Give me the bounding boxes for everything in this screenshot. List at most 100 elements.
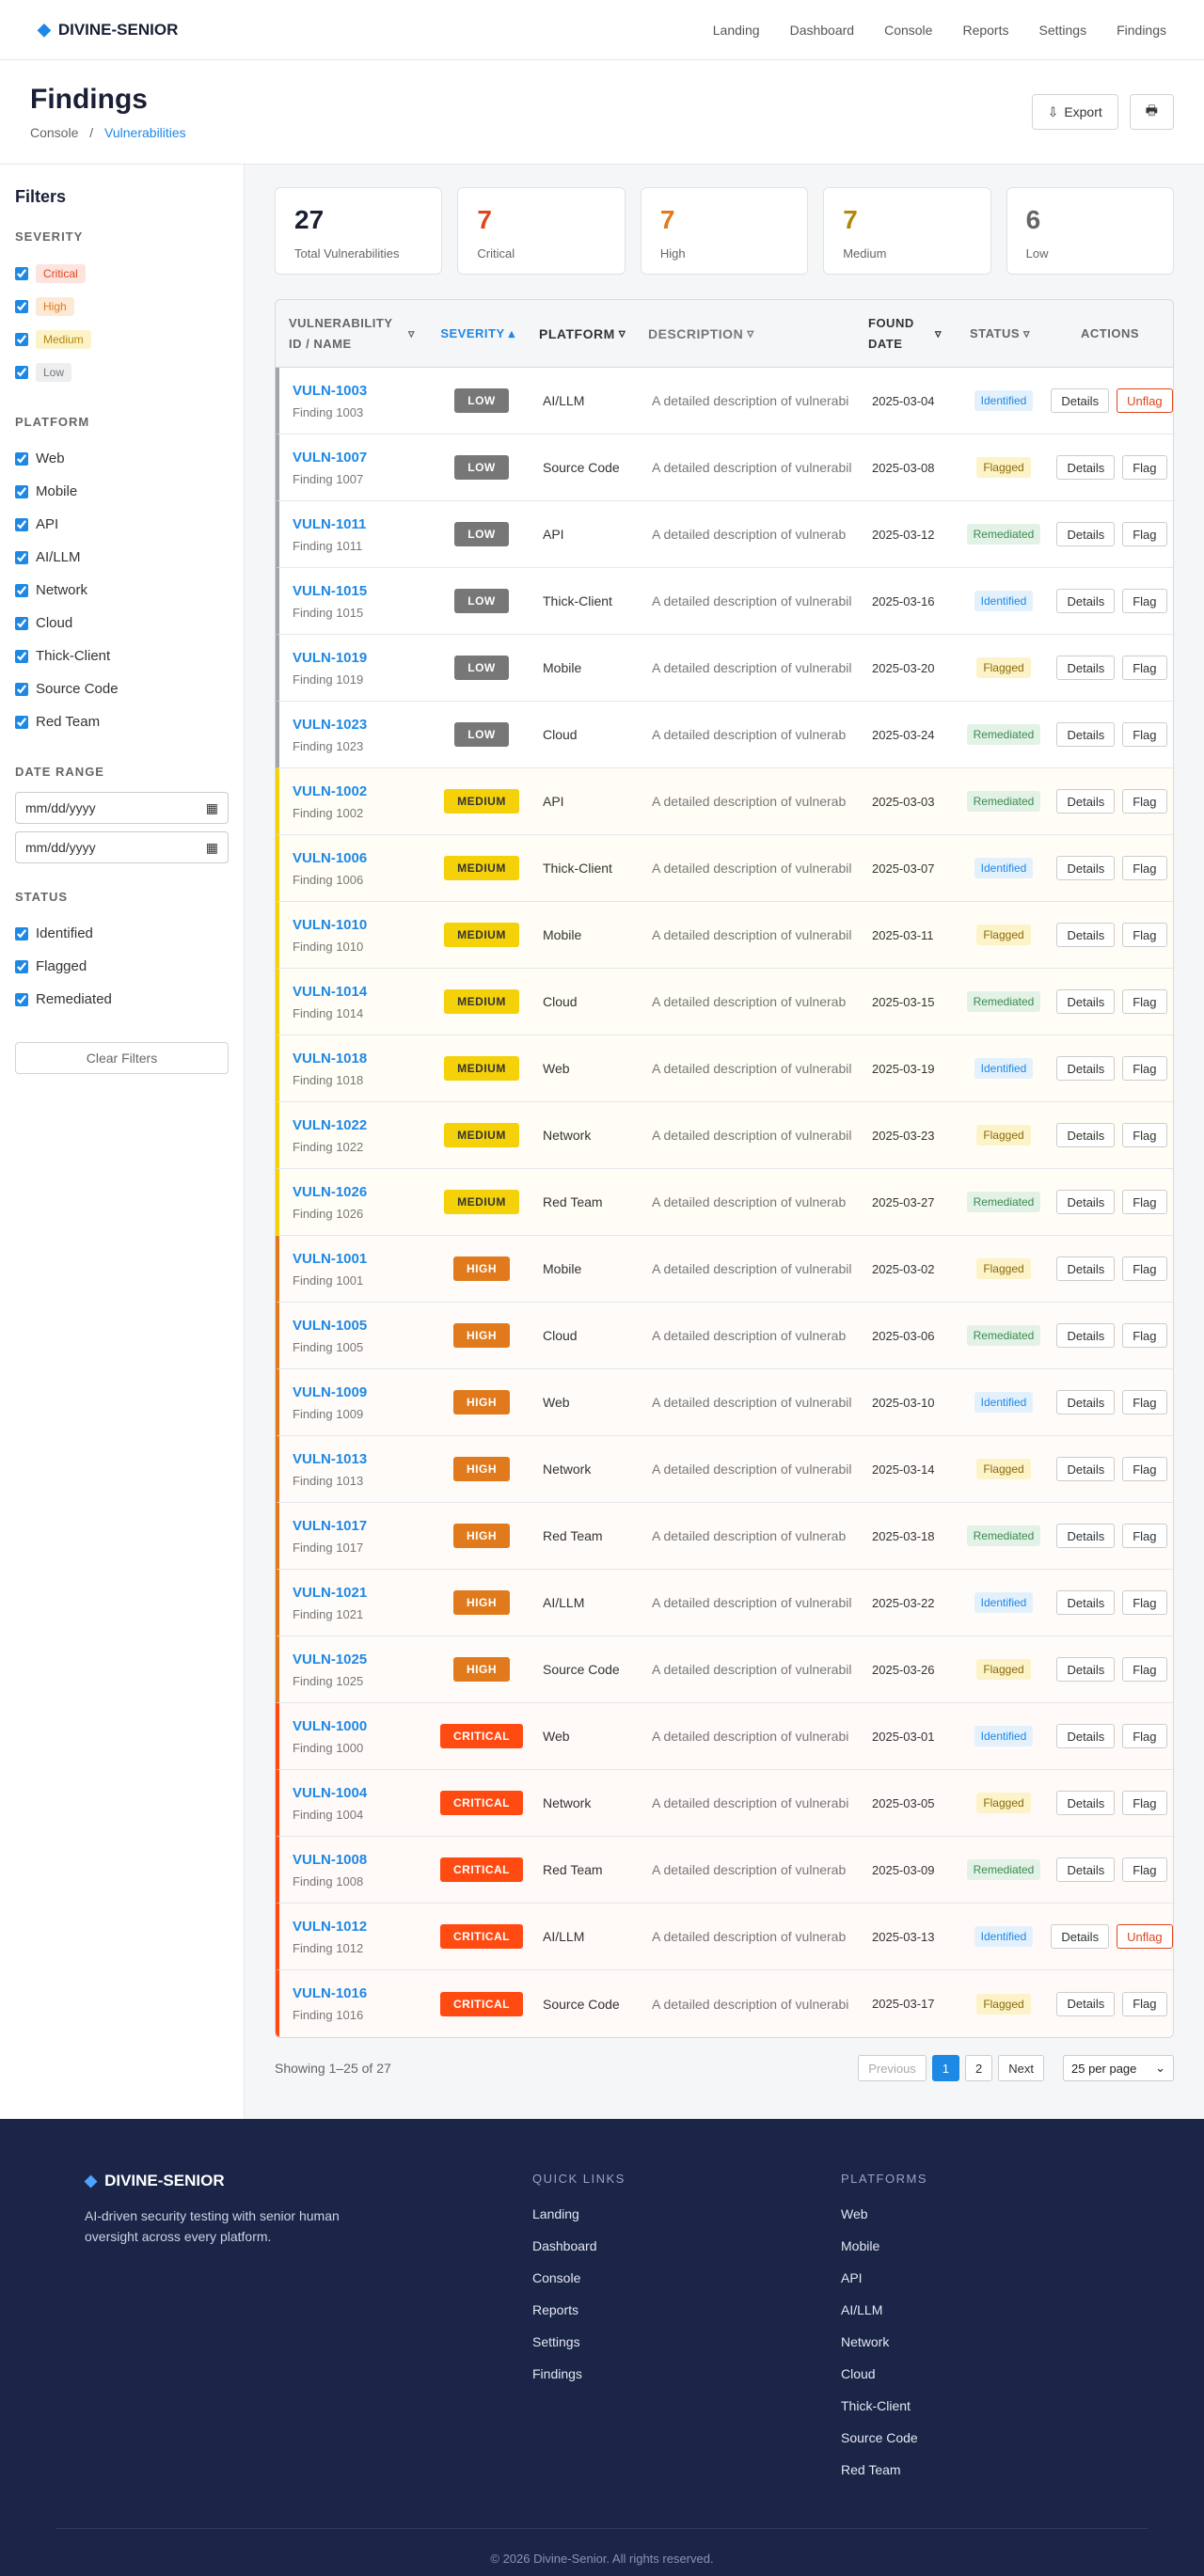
flag-button[interactable]: Flag: [1122, 1991, 1167, 2016]
vulnerability-id-link[interactable]: VULN-1004: [293, 1785, 430, 1801]
vulnerability-id-link[interactable]: VULN-1005: [293, 1318, 430, 1334]
vulnerability-id-link[interactable]: VULN-1000: [293, 1718, 430, 1734]
platform-checkbox-api[interactable]: [15, 517, 28, 531]
severity-checkbox-high[interactable]: [15, 299, 28, 313]
nav-link-findings[interactable]: Findings: [1117, 23, 1166, 38]
vulnerability-id-link[interactable]: VULN-1016: [293, 1985, 430, 2001]
details-button[interactable]: Details: [1056, 989, 1116, 1014]
flag-button[interactable]: Flag: [1122, 1524, 1167, 1548]
platform-filter-network[interactable]: Network: [15, 574, 229, 607]
details-button[interactable]: Details: [1056, 1323, 1116, 1348]
details-button[interactable]: Details: [1056, 1390, 1116, 1414]
clear-filters-button[interactable]: Clear Filters: [15, 1042, 229, 1074]
status-filter-identified[interactable]: Identified: [15, 917, 229, 950]
platform-checkbox-cloud[interactable]: [15, 616, 28, 630]
flag-button[interactable]: Flag: [1122, 1190, 1167, 1214]
details-button[interactable]: Details: [1051, 388, 1110, 413]
nav-link-settings[interactable]: Settings: [1038, 23, 1086, 38]
per-page-select[interactable]: 25 per page ⌄: [1063, 2055, 1174, 2081]
vulnerability-id-link[interactable]: VULN-1023: [293, 717, 430, 733]
vulnerability-id-link[interactable]: VULN-1007: [293, 450, 430, 466]
details-button[interactable]: Details: [1056, 455, 1116, 480]
footer-quick-link-settings[interactable]: Settings: [532, 2334, 841, 2366]
next-page-button[interactable]: Next: [998, 2055, 1044, 2081]
platform-checkbox-source-code[interactable]: [15, 682, 28, 696]
details-button[interactable]: Details: [1056, 1991, 1116, 2016]
flag-button[interactable]: Flag: [1122, 1791, 1167, 1815]
footer-platform-link-ai-llm[interactable]: AI/LLM: [841, 2302, 927, 2334]
flag-button[interactable]: Flag: [1122, 1857, 1167, 1882]
footer-platform-link-network[interactable]: Network: [841, 2334, 927, 2366]
severity-checkbox-low[interactable]: [15, 365, 28, 379]
details-button[interactable]: Details: [1056, 856, 1116, 880]
footer-quick-link-dashboard[interactable]: Dashboard: [532, 2238, 841, 2270]
unflag-button[interactable]: Unflag: [1117, 388, 1173, 413]
nav-link-dashboard[interactable]: Dashboard: [790, 23, 855, 38]
details-button[interactable]: Details: [1056, 1791, 1116, 1815]
flag-button[interactable]: Flag: [1122, 923, 1167, 947]
page-2-button[interactable]: 2: [965, 2055, 993, 2081]
flag-button[interactable]: Flag: [1122, 1323, 1167, 1348]
vulnerability-id-link[interactable]: VULN-1015: [293, 583, 430, 599]
vulnerability-id-link[interactable]: VULN-1014: [293, 984, 430, 1000]
flag-button[interactable]: Flag: [1122, 856, 1167, 880]
severity-checkbox-critical[interactable]: [15, 266, 28, 280]
footer-brand[interactable]: ◆ DIVINE-SENIOR: [85, 2172, 532, 2190]
date-from-input[interactable]: mm/dd/yyyy ▦: [15, 792, 229, 824]
details-button[interactable]: Details: [1056, 1524, 1116, 1548]
footer-platform-link-api[interactable]: API: [841, 2270, 927, 2302]
severity-filter-low[interactable]: Low: [15, 356, 229, 388]
flag-button[interactable]: Flag: [1122, 1390, 1167, 1414]
status-checkbox-identified[interactable]: [15, 926, 28, 940]
platform-checkbox-thick-client[interactable]: [15, 649, 28, 663]
footer-quick-link-landing[interactable]: Landing: [532, 2206, 841, 2238]
page-1-button[interactable]: 1: [931, 2055, 960, 2081]
status-filter-remediated[interactable]: Remediated: [15, 983, 229, 1016]
vulnerability-id-link[interactable]: VULN-1022: [293, 1117, 430, 1133]
platform-filter-api[interactable]: API: [15, 508, 229, 541]
footer-platform-link-red-team[interactable]: Red Team: [841, 2462, 927, 2494]
vulnerability-id-link[interactable]: VULN-1001: [293, 1251, 430, 1267]
vulnerability-id-link[interactable]: VULN-1018: [293, 1051, 430, 1067]
vulnerability-id-link[interactable]: VULN-1008: [293, 1852, 430, 1868]
severity-filter-medium[interactable]: Medium: [15, 323, 229, 356]
flag-button[interactable]: Flag: [1122, 589, 1167, 613]
vulnerability-id-link[interactable]: VULN-1010: [293, 917, 430, 933]
details-button[interactable]: Details: [1056, 1056, 1116, 1081]
unflag-button[interactable]: Unflag: [1117, 1924, 1173, 1949]
details-button[interactable]: Details: [1056, 1457, 1116, 1481]
flag-button[interactable]: Flag: [1122, 1590, 1167, 1615]
vulnerability-id-link[interactable]: VULN-1021: [293, 1585, 430, 1601]
nav-link-reports[interactable]: Reports: [962, 23, 1008, 38]
flag-button[interactable]: Flag: [1122, 1056, 1167, 1081]
platform-checkbox-ai-llm[interactable]: [15, 550, 28, 564]
vulnerability-id-link[interactable]: VULN-1009: [293, 1384, 430, 1400]
col-header-description[interactable]: DESCRIPTION ▿: [642, 325, 859, 341]
vulnerability-id-link[interactable]: VULN-1002: [293, 783, 430, 799]
flag-button[interactable]: Flag: [1122, 789, 1167, 814]
footer-quick-link-console[interactable]: Console: [532, 2270, 841, 2302]
footer-quick-link-findings[interactable]: Findings: [532, 2366, 841, 2398]
vulnerability-id-link[interactable]: VULN-1003: [293, 383, 430, 399]
vulnerability-id-link[interactable]: VULN-1012: [293, 1919, 430, 1935]
platform-checkbox-red-team[interactable]: [15, 715, 28, 729]
footer-platform-link-thick-client[interactable]: Thick-Client: [841, 2398, 927, 2430]
flag-button[interactable]: Flag: [1122, 1457, 1167, 1481]
col-header-date[interactable]: FOUND DATE ▿: [859, 313, 953, 355]
flag-button[interactable]: Flag: [1122, 656, 1167, 680]
previous-page-button[interactable]: Previous: [858, 2055, 927, 2081]
vulnerability-id-link[interactable]: VULN-1025: [293, 1651, 430, 1667]
platform-filter-thick-client[interactable]: Thick-Client: [15, 640, 229, 672]
flag-button[interactable]: Flag: [1122, 1724, 1167, 1748]
vulnerability-id-link[interactable]: VULN-1019: [293, 650, 430, 666]
platform-checkbox-network[interactable]: [15, 583, 28, 597]
details-button[interactable]: Details: [1056, 1190, 1116, 1214]
details-button[interactable]: Details: [1056, 522, 1116, 546]
vulnerability-id-link[interactable]: VULN-1026: [293, 1184, 430, 1200]
footer-platform-link-cloud[interactable]: Cloud: [841, 2366, 927, 2398]
status-filter-flagged[interactable]: Flagged: [15, 950, 229, 983]
footer-platform-link-source-code[interactable]: Source Code: [841, 2430, 927, 2462]
col-header-status[interactable]: STATUS ▿: [953, 326, 1047, 341]
nav-link-landing[interactable]: Landing: [713, 23, 760, 38]
status-checkbox-remediated[interactable]: [15, 992, 28, 1006]
